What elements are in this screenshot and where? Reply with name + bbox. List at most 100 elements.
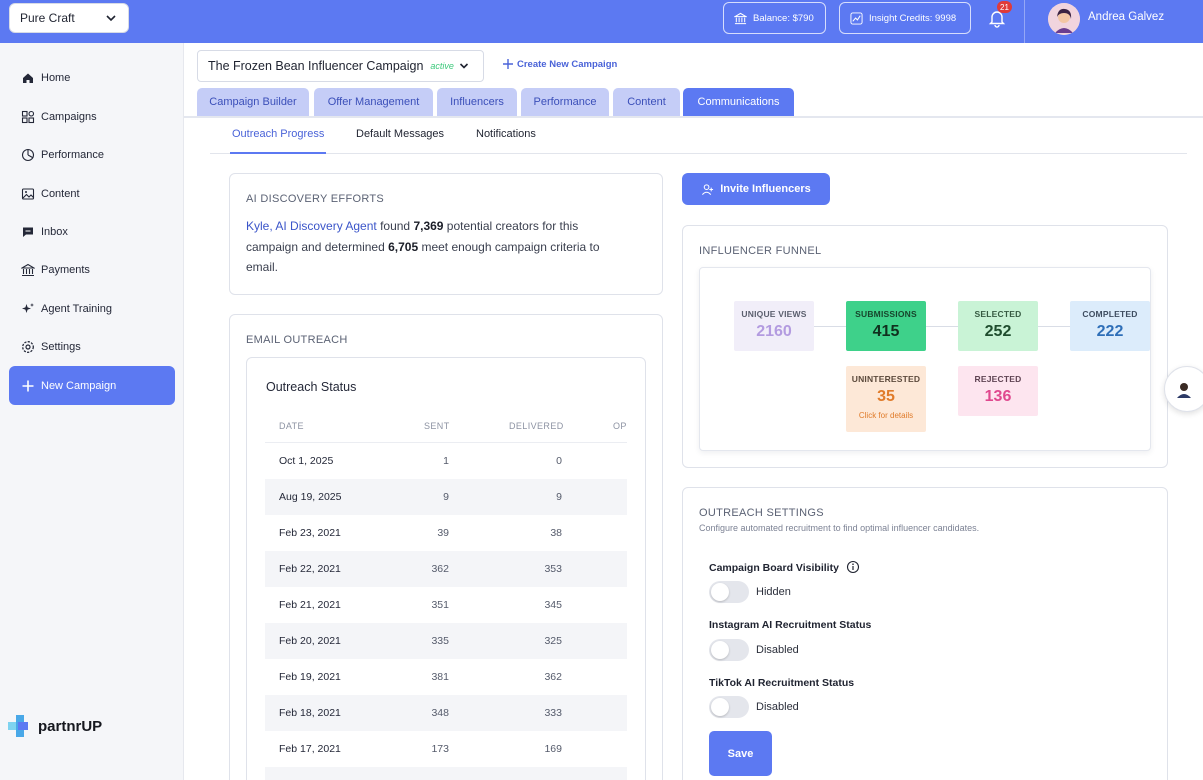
subtab-outreach-progress[interactable]: Outreach Progress bbox=[232, 128, 324, 140]
support-chat-bubble[interactable] bbox=[1164, 366, 1203, 412]
meet-count: 6,705 bbox=[388, 239, 419, 254]
table-row[interactable]: Oct 1, 2025 1 0 bbox=[265, 443, 627, 479]
sidebar-item-settings[interactable]: Settings bbox=[9, 332, 175, 362]
row-date: Oct 1, 2025 bbox=[279, 455, 334, 467]
row-sent: 381 bbox=[431, 671, 449, 683]
instagram-recruitment-toggle[interactable] bbox=[709, 639, 749, 661]
row-sent: 173 bbox=[431, 743, 449, 755]
top-bar-divider bbox=[1024, 0, 1025, 43]
sidebar-item-home[interactable]: Home bbox=[9, 63, 175, 93]
info-icon[interactable] bbox=[846, 560, 860, 574]
row-date: Feb 19, 2021 bbox=[279, 671, 341, 683]
funnel-node-label: REJECTED bbox=[974, 374, 1022, 384]
row-delivered: 38 bbox=[550, 527, 562, 539]
funnel-node-label: COMPLETED bbox=[1082, 309, 1138, 319]
create-new-campaign-link[interactable]: Create New Campaign bbox=[502, 58, 617, 70]
outreach-settings-title: OUTREACH SETTINGS bbox=[699, 507, 824, 519]
table-row[interactable]: Feb 19, 2021 381 362 bbox=[265, 659, 627, 695]
board-visibility-state: Hidden bbox=[756, 586, 791, 598]
column-header-delivered: DELIVERED bbox=[509, 421, 564, 431]
create-new-campaign-label: Create New Campaign bbox=[517, 58, 618, 70]
table-row[interactable]: Feb 21, 2021 351 345 bbox=[265, 587, 627, 623]
tab-influencers[interactable]: Influencers bbox=[437, 88, 517, 116]
row-delivered: 0 bbox=[556, 455, 562, 467]
table-row[interactable]: Feb 23, 2021 39 38 bbox=[265, 515, 627, 551]
row-delivered: 333 bbox=[544, 707, 562, 719]
logo-text: partnrUP bbox=[38, 717, 103, 735]
sidebar-item-content[interactable]: Content bbox=[9, 179, 175, 209]
row-delivered: 345 bbox=[544, 599, 562, 611]
sparkle-icon bbox=[22, 303, 34, 313]
found-count: 7,369 bbox=[413, 219, 444, 233]
sidebar-item-campaigns[interactable]: Campaigns bbox=[9, 102, 175, 132]
tab-communications[interactable]: Communications bbox=[683, 88, 794, 116]
add-user-icon bbox=[702, 183, 714, 195]
tab-content[interactable]: Content bbox=[613, 88, 680, 116]
row-date: Feb 20, 2021 bbox=[279, 635, 341, 647]
funnel-uninterested[interactable]: UNINTERESTED 35 Click for details bbox=[846, 366, 926, 432]
gear-icon bbox=[22, 341, 34, 353]
funnel-submissions[interactable]: SUBMISSIONS 415 bbox=[846, 301, 926, 351]
ai-discovery-summary: Kyle, AI Discovery Agent found 7,369 pot… bbox=[246, 216, 626, 278]
ai-discovery-title: AI DISCOVERY EFFORTS bbox=[246, 193, 385, 205]
row-sent: 362 bbox=[431, 563, 449, 575]
influencer-funnel-card: INFLUENCER FUNNEL UNIQUE VIEWS 2160 SUBM… bbox=[682, 225, 1168, 468]
tiktok-recruitment-toggle[interactable] bbox=[709, 696, 749, 718]
subtab-notifications[interactable]: Notifications bbox=[476, 128, 536, 140]
image-icon bbox=[21, 188, 35, 200]
funnel-node-hint[interactable]: Click for details bbox=[846, 411, 926, 420]
board-visibility-toggle[interactable] bbox=[709, 581, 749, 603]
table-row[interactable] bbox=[265, 767, 627, 780]
table-row[interactable]: Feb 20, 2021 335 325 bbox=[265, 623, 627, 659]
sidebar-item-inbox[interactable]: Inbox bbox=[9, 217, 175, 247]
chevron-down-icon bbox=[106, 15, 116, 22]
subtab-active-indicator bbox=[230, 152, 326, 154]
outreach-status-title: Outreach Status bbox=[266, 380, 357, 394]
tiktok-recruitment-label: TikTok AI Recruitment Status bbox=[709, 677, 855, 689]
insight-credits-button[interactable]: Insight Credits: 9998 bbox=[839, 2, 971, 34]
funnel-node-value: 415 bbox=[872, 323, 900, 340]
sidebar-item-label: Payments bbox=[41, 264, 90, 276]
funnel-connector bbox=[1038, 326, 1070, 327]
row-sent: 348 bbox=[431, 707, 449, 719]
email-outreach-title: EMAIL OUTREACH bbox=[246, 334, 348, 346]
campaigns-icon bbox=[21, 110, 35, 124]
row-sent: 9 bbox=[443, 491, 449, 503]
invite-influencers-button[interactable]: Invite Influencers bbox=[682, 173, 830, 205]
balance-label: Balance: $790 bbox=[753, 12, 814, 24]
table-row[interactable]: Feb 22, 2021 362 353 bbox=[265, 551, 627, 587]
subtab-default-messages[interactable]: Default Messages bbox=[356, 128, 444, 140]
sidebar: Home Campaigns Performance Content Inbox… bbox=[0, 43, 184, 780]
table-row[interactable]: Feb 17, 2021 173 169 bbox=[265, 731, 627, 767]
funnel-completed[interactable]: COMPLETED 222 bbox=[1070, 301, 1150, 351]
funnel-node-label: UNIQUE VIEWS bbox=[741, 309, 807, 319]
save-button[interactable]: Save bbox=[709, 731, 772, 776]
funnel-rejected[interactable]: REJECTED 136 bbox=[958, 366, 1038, 416]
tab-offer-management[interactable]: Offer Management bbox=[314, 88, 433, 116]
partnrup-logo: partnrUP bbox=[8, 714, 102, 738]
sidebar-item-payments[interactable]: Payments bbox=[9, 255, 175, 285]
new-campaign-button[interactable]: New Campaign bbox=[9, 366, 175, 405]
funnel-selected[interactable]: SELECTED 252 bbox=[958, 301, 1038, 351]
row-sent: 1 bbox=[443, 455, 449, 467]
balance-button[interactable]: Balance: $790 bbox=[723, 2, 826, 34]
organization-select[interactable]: Pure Craft bbox=[9, 3, 129, 33]
agent-link[interactable]: Kyle, AI Discovery Agent bbox=[246, 219, 377, 233]
row-delivered: 169 bbox=[544, 743, 562, 755]
tab-campaign-builder[interactable]: Campaign Builder bbox=[197, 88, 309, 116]
sidebar-item-label: Agent Training bbox=[41, 303, 112, 315]
sidebar-item-label: Inbox bbox=[41, 226, 68, 238]
funnel-node-label: SELECTED bbox=[974, 309, 1022, 319]
tab-performance[interactable]: Performance bbox=[521, 88, 609, 116]
avatar[interactable] bbox=[1048, 3, 1080, 35]
table-row[interactable]: Aug 19, 2025 9 9 bbox=[265, 479, 627, 515]
sidebar-item-agent-training[interactable]: Agent Training bbox=[9, 294, 175, 324]
table-row[interactable]: Feb 18, 2021 348 333 bbox=[265, 695, 627, 731]
home-icon bbox=[23, 73, 33, 83]
toggle-knob bbox=[711, 698, 729, 716]
campaign-status: active bbox=[430, 61, 454, 71]
sidebar-item-performance[interactable]: Performance bbox=[9, 140, 175, 170]
row-delivered: 353 bbox=[544, 563, 562, 575]
campaign-select[interactable]: The Frozen Bean Influencer Campaign acti… bbox=[197, 50, 484, 82]
row-date: Feb 17, 2021 bbox=[279, 743, 341, 755]
